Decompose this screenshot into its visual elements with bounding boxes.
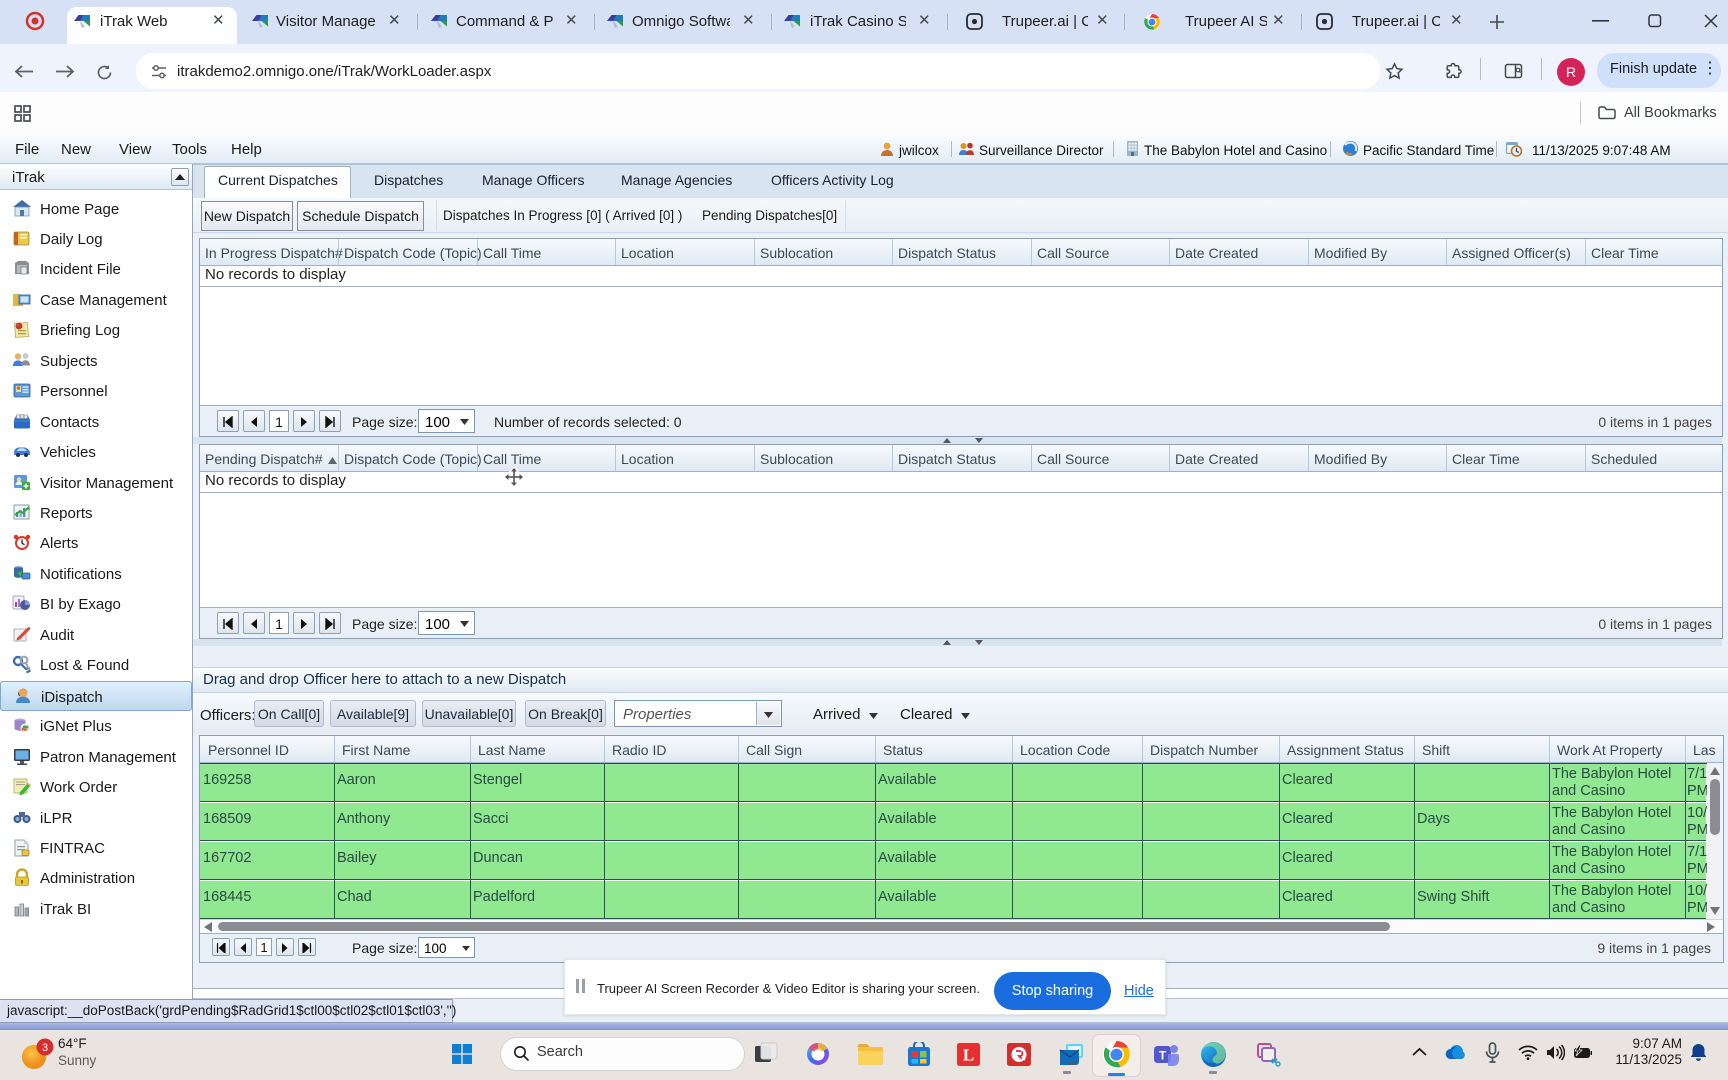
svg-text:3: 3 [42,1042,48,1054]
svg-text:L: L [963,1046,974,1065]
svg-text:T: T [1159,1049,1167,1063]
